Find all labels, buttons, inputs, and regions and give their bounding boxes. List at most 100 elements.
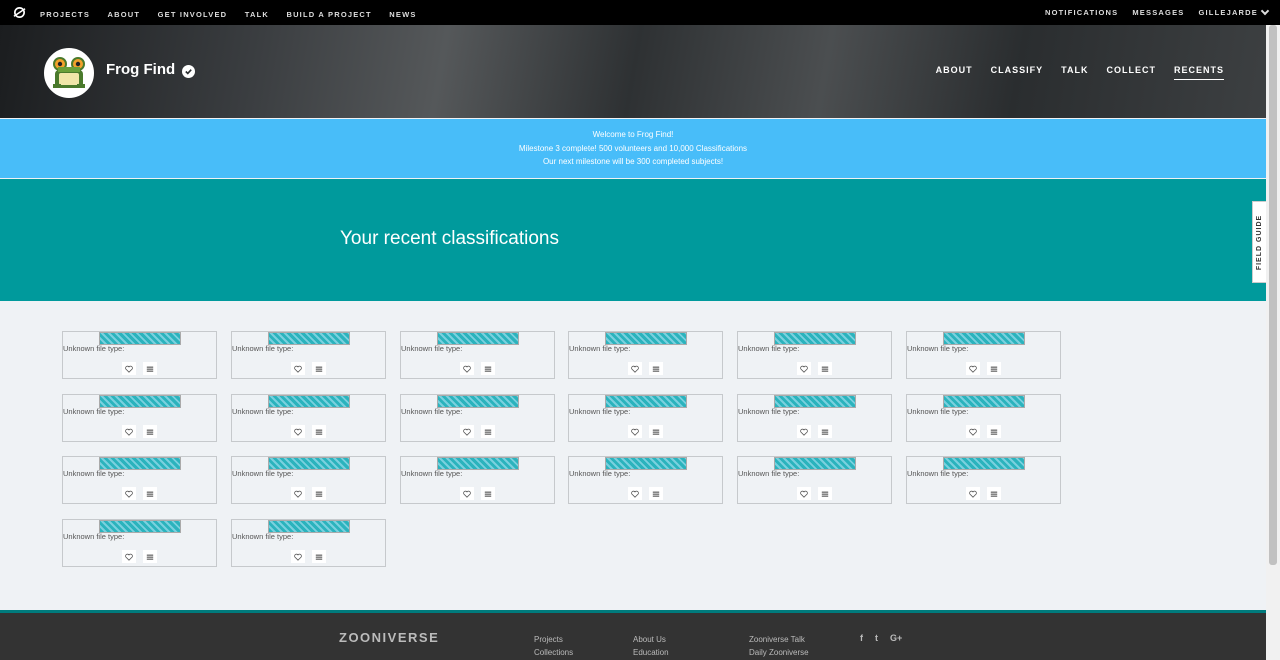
recent-classification-card[interactable]: Unknown file type: bbox=[737, 331, 892, 379]
add-to-collection-button[interactable] bbox=[649, 362, 663, 375]
add-to-collection-button[interactable] bbox=[481, 425, 495, 438]
recent-classification-card[interactable]: Unknown file type: bbox=[62, 519, 217, 567]
recent-classification-card[interactable]: Unknown file type: bbox=[906, 456, 1061, 504]
nav-get-involved[interactable]: GET INVOLVED bbox=[158, 10, 228, 19]
project-nav-classify[interactable]: CLASSIFY bbox=[991, 65, 1044, 80]
file-type-label: Unknown file type: bbox=[401, 407, 463, 416]
nav-projects[interactable]: PROJECTS bbox=[40, 10, 90, 19]
footer-column: About Us Education bbox=[633, 634, 669, 659]
recent-classification-card[interactable]: Unknown file type: bbox=[737, 394, 892, 442]
add-to-collection-button[interactable] bbox=[481, 487, 495, 500]
recent-classification-card[interactable]: Unknown file type: bbox=[231, 331, 386, 379]
recent-classification-card[interactable]: Unknown file type: bbox=[568, 394, 723, 442]
page-scrollbar[interactable] bbox=[1266, 25, 1280, 660]
footer-link[interactable]: Collections bbox=[534, 647, 573, 660]
nav-build-a-project[interactable]: BUILD A PROJECT bbox=[286, 10, 371, 19]
nav-about[interactable]: ABOUT bbox=[107, 10, 140, 19]
recent-classification-card[interactable]: Unknown file type: bbox=[400, 331, 555, 379]
add-to-collection-button[interactable] bbox=[987, 362, 1001, 375]
project-nav-collect[interactable]: COLLECT bbox=[1106, 65, 1156, 80]
recent-classification-card[interactable]: Unknown file type: bbox=[62, 331, 217, 379]
heart-icon bbox=[631, 365, 639, 373]
file-type-label: Unknown file type: bbox=[907, 469, 969, 478]
add-to-collection-button[interactable] bbox=[143, 487, 157, 500]
favorite-button[interactable] bbox=[291, 425, 305, 438]
footer-link[interactable]: Education bbox=[633, 647, 669, 660]
footer-link[interactable]: Projects bbox=[534, 634, 573, 647]
add-to-collection-button[interactable] bbox=[818, 425, 832, 438]
footer-link[interactable]: Zooniverse Talk bbox=[749, 634, 809, 647]
zooniverse-logo-icon[interactable] bbox=[12, 6, 26, 20]
favorite-button[interactable] bbox=[122, 487, 136, 500]
recent-classification-card[interactable]: Unknown file type: bbox=[231, 519, 386, 567]
recent-classification-card[interactable]: Unknown file type: bbox=[906, 394, 1061, 442]
project-avatar[interactable] bbox=[44, 48, 94, 98]
scrollbar-thumb[interactable] bbox=[1269, 25, 1277, 565]
add-to-collection-button[interactable] bbox=[987, 425, 1001, 438]
favorite-button[interactable] bbox=[628, 362, 642, 375]
add-to-collection-button[interactable] bbox=[649, 425, 663, 438]
favorite-button[interactable] bbox=[460, 425, 474, 438]
favorite-button[interactable] bbox=[797, 487, 811, 500]
footer-link[interactable]: Daily Zooniverse bbox=[749, 647, 809, 660]
add-to-collection-button[interactable] bbox=[312, 362, 326, 375]
add-to-collection-button[interactable] bbox=[649, 487, 663, 500]
site-footer: ZOONIVERSE Projects Collections About Us… bbox=[0, 610, 1266, 660]
username: GILLEJARDE bbox=[1198, 8, 1258, 17]
recent-classification-card[interactable]: Unknown file type: bbox=[400, 456, 555, 504]
favorite-button[interactable] bbox=[628, 487, 642, 500]
facebook-icon[interactable]: f bbox=[860, 633, 863, 643]
favorite-button[interactable] bbox=[966, 487, 980, 500]
file-type-label: Unknown file type: bbox=[569, 407, 631, 416]
recent-classification-card[interactable]: Unknown file type: bbox=[62, 456, 217, 504]
zooniverse-wordmark[interactable]: ZOONIVERSE bbox=[339, 630, 439, 645]
favorite-button[interactable] bbox=[628, 425, 642, 438]
recent-classification-card[interactable]: Unknown file type: bbox=[231, 456, 386, 504]
add-to-collection-button[interactable] bbox=[312, 487, 326, 500]
recent-classification-card[interactable]: Unknown file type: bbox=[568, 456, 723, 504]
favorite-button[interactable] bbox=[966, 425, 980, 438]
favorite-button[interactable] bbox=[797, 425, 811, 438]
recent-classification-card[interactable]: Unknown file type: bbox=[906, 331, 1061, 379]
favorite-button[interactable] bbox=[291, 487, 305, 500]
project-title[interactable]: Frog Find bbox=[106, 61, 175, 78]
add-to-collection-button[interactable] bbox=[312, 425, 326, 438]
user-menu-button[interactable]: GILLEJARDE bbox=[1198, 6, 1270, 17]
file-type-label: Unknown file type: bbox=[907, 344, 969, 353]
favorite-button[interactable] bbox=[966, 362, 980, 375]
project-nav-recents[interactable]: RECENTS bbox=[1173, 65, 1224, 80]
add-to-collection-button[interactable] bbox=[818, 362, 832, 375]
google-plus-icon[interactable]: G+ bbox=[890, 633, 902, 643]
add-to-collection-button[interactable] bbox=[987, 487, 1001, 500]
add-to-collection-button[interactable] bbox=[143, 362, 157, 375]
add-to-collection-button[interactable] bbox=[481, 362, 495, 375]
favorite-button[interactable] bbox=[122, 362, 136, 375]
favorite-button[interactable] bbox=[291, 550, 305, 563]
favorite-button[interactable] bbox=[122, 550, 136, 563]
add-to-collection-button[interactable] bbox=[143, 550, 157, 563]
add-to-collection-button[interactable] bbox=[143, 425, 157, 438]
project-nav-about[interactable]: ABOUT bbox=[936, 65, 973, 80]
recent-classification-card[interactable]: Unknown file type: bbox=[737, 456, 892, 504]
favorite-button[interactable] bbox=[797, 362, 811, 375]
recent-classification-card[interactable]: Unknown file type: bbox=[231, 394, 386, 442]
nav-news[interactable]: NEWS bbox=[389, 10, 416, 19]
favorite-button[interactable] bbox=[291, 362, 305, 375]
nav-talk[interactable]: TALK bbox=[245, 10, 269, 19]
notifications-link[interactable]: NOTIFICATIONS bbox=[1045, 8, 1118, 17]
favorite-button[interactable] bbox=[460, 362, 474, 375]
footer-link[interactable]: About Us bbox=[633, 634, 669, 647]
add-to-collection-button[interactable] bbox=[312, 550, 326, 563]
zooniverse-topbar: PROJECTS ABOUT GET INVOLVED TALK BUILD A… bbox=[0, 0, 1280, 25]
file-type-label: Unknown file type: bbox=[63, 407, 125, 416]
favorite-button[interactable] bbox=[122, 425, 136, 438]
favorite-button[interactable] bbox=[460, 487, 474, 500]
recent-classification-card[interactable]: Unknown file type: bbox=[568, 331, 723, 379]
recent-classification-card[interactable]: Unknown file type: bbox=[400, 394, 555, 442]
messages-link[interactable]: MESSAGES bbox=[1132, 8, 1184, 17]
project-nav-talk[interactable]: TALK bbox=[1061, 65, 1088, 80]
recent-classification-card[interactable]: Unknown file type: bbox=[62, 394, 217, 442]
file-type-label: Unknown file type: bbox=[63, 344, 125, 353]
add-to-collection-button[interactable] bbox=[818, 487, 832, 500]
twitter-icon[interactable]: t bbox=[875, 633, 878, 643]
